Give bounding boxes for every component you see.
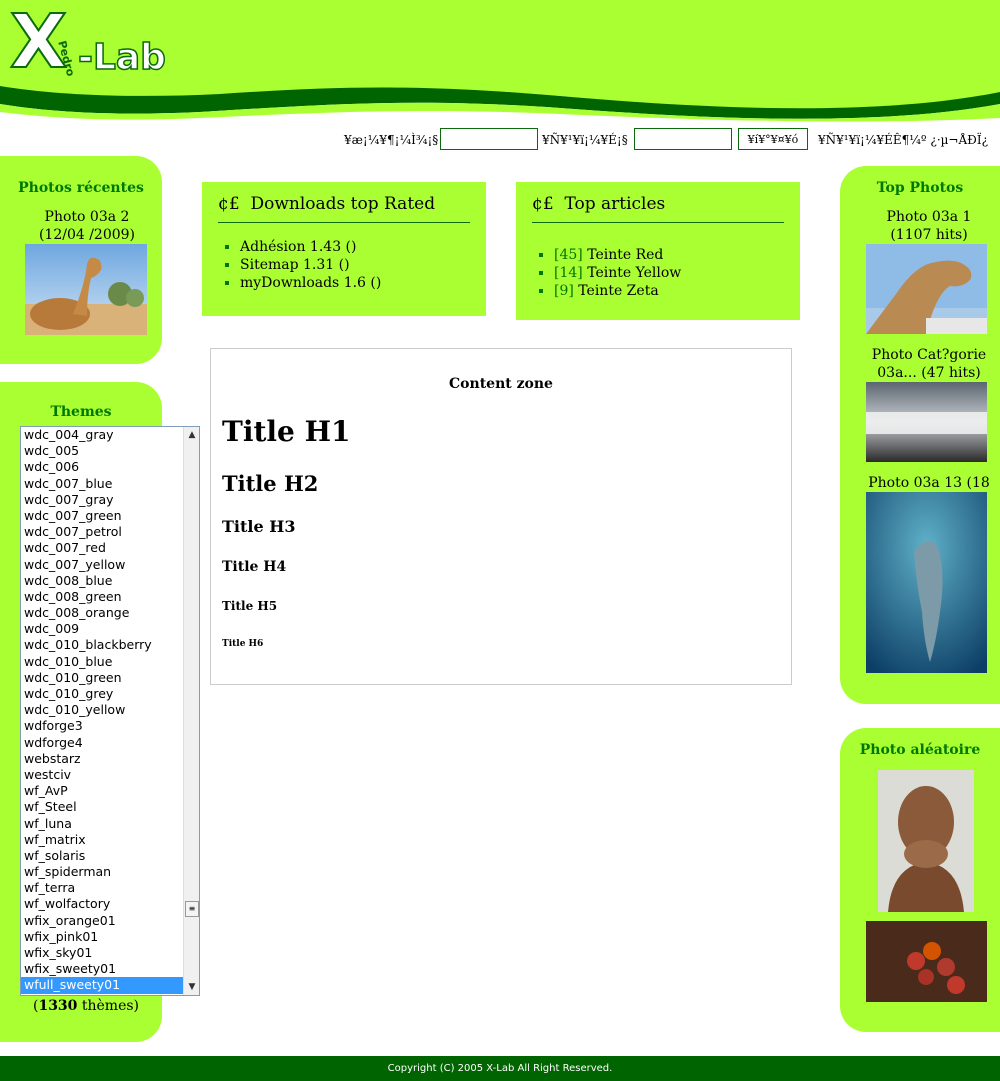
downloads-box: ¢£ Downloads top Rated Adhésion 1.43 () … xyxy=(202,182,486,316)
theme-option[interactable]: wdc_008_orange xyxy=(21,605,199,621)
theme-option[interactable]: webstarz xyxy=(21,751,199,767)
scroll-thumb[interactable]: ≡ xyxy=(185,901,199,917)
register-link[interactable]: ¥Ñ¥¹¥ï¡¼¥ÉÊ¶¼º ¿·µ¬ÅÐÏ¿ xyxy=(818,133,988,147)
theme-option[interactable]: wfix_sky01 xyxy=(21,945,199,961)
heading-h4: Title H4 xyxy=(222,559,287,575)
top-photo-caption-2[interactable]: Photo Cat?gorie 03a... (47 hits) xyxy=(864,346,994,382)
themes-count: (1330 thèmes) xyxy=(32,998,140,1014)
site-footer: Copyright (C) 2005 X-Lab All Right Reser… xyxy=(0,1056,1000,1081)
theme-option[interactable]: wf_wolfactory xyxy=(21,896,199,912)
theme-select-list[interactable]: wdc_004_gray wdc_005 wdc_006 wdc_007_blue wd… xyxy=(20,426,200,996)
heading-h1: Title H1 xyxy=(222,415,351,448)
articles-title: Top articles xyxy=(564,194,666,214)
recent-photo-caption[interactable]: Photo 03a 2 (12/04 /2009) xyxy=(22,208,152,244)
articles-heading: ¢£ Top articles xyxy=(532,194,665,214)
random-photo-box: Photo aléatoire xyxy=(840,728,1000,1032)
theme-option[interactable]: wf_Steel xyxy=(21,799,199,815)
random-photo-title: Photo aléatoire xyxy=(859,742,981,758)
scroll-up-arrow-icon[interactable]: ▲ xyxy=(184,427,199,443)
top-photo-camel-head[interactable] xyxy=(866,244,987,334)
scroll-down-arrow-icon[interactable]: ▼ xyxy=(184,979,199,995)
downloads-divider xyxy=(218,222,470,223)
themes-count-number: 1330 xyxy=(38,998,78,1014)
username-label: ¥æ¡¼¥¶¡¼Ì¾¡§ xyxy=(344,133,439,147)
theme-option[interactable]: wfix_orange01 xyxy=(21,913,199,929)
articles-list: [45] Teinte Red [14] Teinte Yellow [9] T… xyxy=(516,246,681,300)
theme-option[interactable]: wdc_010_yellow xyxy=(21,702,199,718)
top-photo-birds[interactable] xyxy=(866,382,987,462)
top-photo-dolphin[interactable] xyxy=(866,492,987,673)
downloads-list: Adhésion 1.43 () Sitemap 1.31 () myDownl… xyxy=(202,238,381,292)
theme-option[interactable]: wdc_007_red xyxy=(21,540,199,556)
theme-option[interactable]: wdforge4 xyxy=(21,735,199,751)
login-button[interactable]: ¥í¥°¥¤¥ó xyxy=(738,128,808,150)
top-photo-caption-1[interactable]: Photo 03a 1 (1107 hits) xyxy=(864,208,994,244)
theme-scrollbar[interactable]: ▲ ≡ ▼ xyxy=(183,427,199,995)
theme-option[interactable]: wdc_010_blue xyxy=(21,654,199,670)
site-header: X Pedro -Lab xyxy=(0,0,1000,124)
theme-option[interactable]: wfix_sweety01 xyxy=(21,961,199,977)
theme-option[interactable]: wfix_pink01 xyxy=(21,929,199,945)
theme-option[interactable]: wdc_007_green xyxy=(21,508,199,524)
theme-option[interactable]: westciv xyxy=(21,767,199,783)
recent-photo-camel[interactable] xyxy=(25,244,147,335)
articles-divider xyxy=(532,222,784,223)
downloads-icon: ¢£ xyxy=(218,194,240,214)
footer-copyright: Copyright (C) 2005 X-Lab All Right Reser… xyxy=(387,1063,613,1074)
theme-option[interactable]: wdc_007_blue xyxy=(21,476,199,492)
downloads-heading: ¢£ Downloads top Rated xyxy=(218,194,435,214)
theme-option[interactable]: wdc_007_petrol xyxy=(21,524,199,540)
theme-option[interactable]: wf_luna xyxy=(21,816,199,832)
list-item[interactable]: myDownloads 1.6 () xyxy=(240,274,381,292)
password-input[interactable] xyxy=(634,128,732,150)
random-photo-man[interactable] xyxy=(878,770,974,912)
list-item[interactable]: [14] Teinte Yellow xyxy=(554,264,681,282)
articles-icon: ¢£ xyxy=(532,194,554,214)
theme-option[interactable]: wf_terra xyxy=(21,880,199,896)
theme-option[interactable]: wdc_006 xyxy=(21,459,199,475)
theme-option[interactable]: wdc_007_yellow xyxy=(21,557,199,573)
theme-option[interactable]: wf_solaris xyxy=(21,848,199,864)
username-input[interactable] xyxy=(440,128,538,150)
login-bar: ¥æ¡¼¥¶¡¼Ì¾¡§ ¥Ñ¥¹¥ï¡¼¥É¡§ ¥í¥°¥¤¥ó ¥Ñ¥¹¥… xyxy=(340,128,1000,152)
content-zone-title: Content zone xyxy=(449,376,553,392)
theme-option[interactable]: wf_matrix xyxy=(21,832,199,848)
theme-option[interactable]: wdc_008_blue xyxy=(21,573,199,589)
site-logo[interactable]: X Pedro -Lab xyxy=(9,1,170,83)
theme-option[interactable]: wfull_sweety01 xyxy=(21,977,199,994)
list-item[interactable]: Sitemap 1.31 () xyxy=(240,256,381,274)
list-item[interactable]: [9] Teinte Zeta xyxy=(554,282,681,300)
theme-option[interactable]: wdc_010_grey xyxy=(21,686,199,702)
theme-option[interactable]: wdc_010_blackberry xyxy=(21,637,199,653)
theme-option[interactable]: wf_AvP xyxy=(21,783,199,799)
recent-photos-title: Photos récentes xyxy=(18,180,144,196)
theme-option[interactable]: wdc_009 xyxy=(21,621,199,637)
heading-h5: Title H5 xyxy=(222,599,278,613)
theme-option[interactable]: wdc_008_green xyxy=(21,589,199,605)
password-label: ¥Ñ¥¹¥ï¡¼¥É¡§ xyxy=(542,133,628,147)
theme-options: wdc_004_gray wdc_005 wdc_006 wdc_007_blue wd… xyxy=(21,427,199,994)
downloads-title: Downloads top Rated xyxy=(250,194,436,214)
theme-option[interactable]: wdc_007_gray xyxy=(21,492,199,508)
theme-option[interactable]: wdc_005 xyxy=(21,443,199,459)
heading-h2: Title H2 xyxy=(222,471,319,496)
theme-option[interactable]: wdc_004_gray xyxy=(21,427,199,443)
list-item[interactable]: [45] Teinte Red xyxy=(554,246,681,264)
theme-option[interactable]: wdforge3 xyxy=(21,718,199,734)
theme-option[interactable]: wdc_010_green xyxy=(21,670,199,686)
list-item[interactable]: Adhésion 1.43 () xyxy=(240,238,381,256)
heading-h3: Title H3 xyxy=(222,517,296,536)
content-zone: Content zone Title H1 Title H2 Title H3 … xyxy=(210,348,792,685)
themes-title: Themes xyxy=(50,404,112,420)
recent-photos-box: Photos récentes Photo 03a 2 (12/04 /2009… xyxy=(0,156,162,364)
top-photos-title: Top Photos xyxy=(876,180,964,196)
random-photo-apples[interactable] xyxy=(866,921,987,1002)
heading-h6: Title H6 xyxy=(222,639,264,649)
logo-lab: -Lab xyxy=(77,37,166,79)
top-articles-box: ¢£ Top articles [45] Teinte Red [14] Tei… xyxy=(516,182,800,320)
theme-option[interactable]: wf_spiderman xyxy=(21,864,199,880)
top-photos-box: Top Photos Photo 03a 1 (1107 hits) Photo… xyxy=(840,166,1000,704)
